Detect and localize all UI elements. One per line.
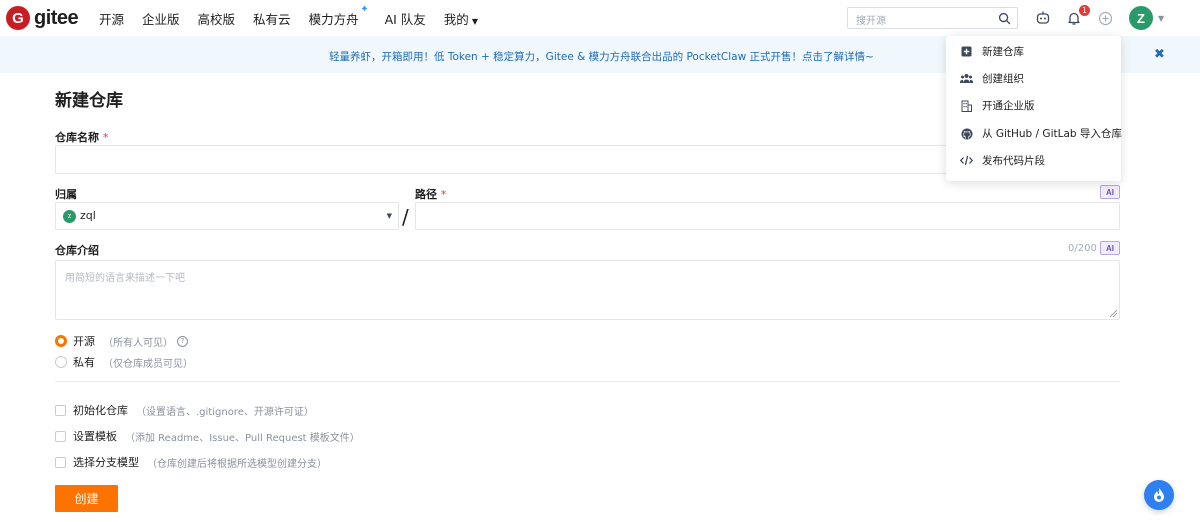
avatar-caret-icon[interactable]: ▼ [1158, 14, 1164, 23]
menu-item-enterprise[interactable]: 开通企业版 [946, 92, 1121, 119]
top-navbar: G gitee 开源 企业版 高校版 私有云 模力方舟 ✦ AI 队友 我的 ▼ 搜… [0, 0, 1200, 36]
user-avatar[interactable]: Z [1129, 6, 1153, 30]
visibility-open-option[interactable]: 开源 （所有人可见） ? [55, 333, 188, 349]
help-icon[interactable]: ? [177, 335, 188, 347]
gitee-logo[interactable]: G gitee [6, 6, 79, 30]
template-hint: （添加 Readme、Issue、Pull Request 模板文件） [125, 432, 360, 444]
intro-label: 仓库介绍 [55, 244, 99, 257]
gitee-logo-text: gitee [34, 6, 79, 29]
chevron-down-icon: ▼ [386, 212, 392, 220]
visibility-private-option[interactable]: 私有 （仅仓库成员可见） [55, 354, 193, 370]
menu-item-import-repo[interactable]: 从 GitHub / GitLab 导入仓库 [946, 120, 1122, 147]
radio-button[interactable] [55, 356, 67, 368]
init-repo-option[interactable]: 初始化仓库 （设置语言、.gitignore、开源许可证） [55, 402, 314, 418]
plus-circle-icon[interactable] [1096, 9, 1114, 27]
nav-item-ai-teammate[interactable]: AI 队友 [385, 9, 426, 28]
menu-item-label: 创建组织 [982, 73, 1024, 85]
template-label: 设置模板 [73, 430, 117, 443]
page-title: 新建仓库 [55, 91, 123, 111]
nav-item-enterprise[interactable]: 企业版 [142, 9, 180, 28]
radio-button-selected[interactable] [55, 335, 67, 347]
branch-model-checkbox[interactable] [55, 456, 66, 468]
branch-model-label: 选择分支模型 [73, 456, 139, 469]
menu-item-code-snippet[interactable]: 发布代码片段 [946, 147, 1121, 174]
visibility-open-label: 开源 [73, 335, 95, 348]
menu-item-label: 开通企业版 [982, 100, 1035, 112]
nav-item-moark-label: 模力方舟 [308, 11, 359, 27]
create-dropdown-menu: 新建仓库 创建组织 开通企业版 从 GitHub / GitLab 导入仓库 发… [946, 36, 1122, 181]
robot-icon[interactable] [1034, 9, 1052, 27]
nav-item-mine-label: 我的 [443, 11, 469, 27]
nav-item-private-cloud[interactable]: 私有云 [253, 9, 291, 28]
section-divider [55, 381, 1120, 382]
owner-value: zql [80, 209, 96, 222]
menu-item-label: 新建仓库 [982, 46, 1024, 58]
search-input[interactable]: 搜开源 [847, 7, 1018, 29]
menu-item-label: 发布代码片段 [982, 155, 1045, 167]
path-field[interactable] [415, 202, 1120, 230]
visibility-private-hint: （仅仓库成员可见） [103, 358, 193, 370]
group-icon [960, 72, 973, 85]
flame-icon [1154, 488, 1164, 502]
repo-name-label: 仓库名称 * [55, 129, 108, 145]
menu-item-new-repo[interactable]: 新建仓库 [946, 38, 1121, 65]
visibility-open-hint: （所有人可见） [103, 337, 173, 349]
intro-ai-button[interactable]: AI [1100, 241, 1120, 255]
gitee-logo-mark: G [6, 6, 30, 30]
path-separator: / [402, 205, 409, 229]
intro-placeholder: 用简短的语言来描述一下吧 [65, 273, 185, 284]
nav-item-mine[interactable]: 我的 ▼ [444, 9, 478, 28]
banner-text[interactable]: 轻量养虾，开箱即用！低 Token + 稳定算力，Gitee & 模力方舟联合出… [329, 49, 874, 64]
main-nav: 开源 企业版 高校版 私有云 模力方舟 ✦ AI 队友 我的 ▼ [99, 0, 496, 36]
path-ai-button[interactable]: AI [1100, 185, 1120, 199]
intro-textarea[interactable]: 用简短的语言来描述一下吧 [55, 260, 1120, 320]
nav-item-education[interactable]: 高校版 [198, 9, 236, 28]
template-option[interactable]: 设置模板 （添加 Readme、Issue、Pull Request 模板文件） [55, 428, 360, 444]
nav-item-moark[interactable]: 模力方舟 ✦ [308, 4, 369, 28]
sparkle-icon: ✦ [360, 3, 369, 15]
path-label: 路径 * [415, 186, 446, 202]
plus-square-icon [960, 45, 973, 58]
owner-avatar: z [63, 210, 76, 223]
template-checkbox[interactable] [55, 430, 66, 442]
required-mark: * [102, 131, 109, 144]
owner-select[interactable]: z zql ▼ [55, 202, 399, 230]
floating-assistant-button[interactable] [1144, 480, 1174, 510]
init-repo-checkbox[interactable] [55, 404, 66, 416]
repo-name-label-text: 仓库名称 [55, 131, 99, 144]
github-icon [960, 127, 973, 140]
init-repo-label: 初始化仓库 [73, 404, 128, 417]
search-icon[interactable] [998, 12, 1011, 25]
branch-model-hint: （仓库创建后将根据所选模型创建分支） [147, 458, 327, 470]
resize-handle-icon[interactable] [1110, 310, 1117, 317]
search-placeholder: 搜开源 [856, 16, 886, 27]
visibility-private-label: 私有 [73, 356, 95, 369]
path-label-text: 路径 [415, 188, 437, 201]
close-icon[interactable]: ✖ [1154, 47, 1165, 62]
init-repo-hint: （设置语言、.gitignore、开源许可证） [136, 406, 314, 418]
required-mark: * [440, 188, 447, 201]
building-icon [960, 99, 973, 112]
menu-item-label: 从 GitHub / GitLab 导入仓库 [982, 128, 1122, 140]
caret-down-icon: ▼ [471, 16, 478, 26]
menu-item-create-org[interactable]: 创建组织 [946, 65, 1121, 92]
create-button[interactable]: 创建 [55, 485, 118, 512]
branch-model-option[interactable]: 选择分支模型 （仓库创建后将根据所选模型创建分支） [55, 454, 327, 470]
nav-item-open-source[interactable]: 开源 [99, 9, 124, 28]
notification-badge: 1 [1079, 5, 1090, 16]
intro-char-counter: 0/200 [1068, 243, 1097, 254]
code-icon [960, 154, 973, 167]
owner-label: 归属 [55, 188, 77, 201]
